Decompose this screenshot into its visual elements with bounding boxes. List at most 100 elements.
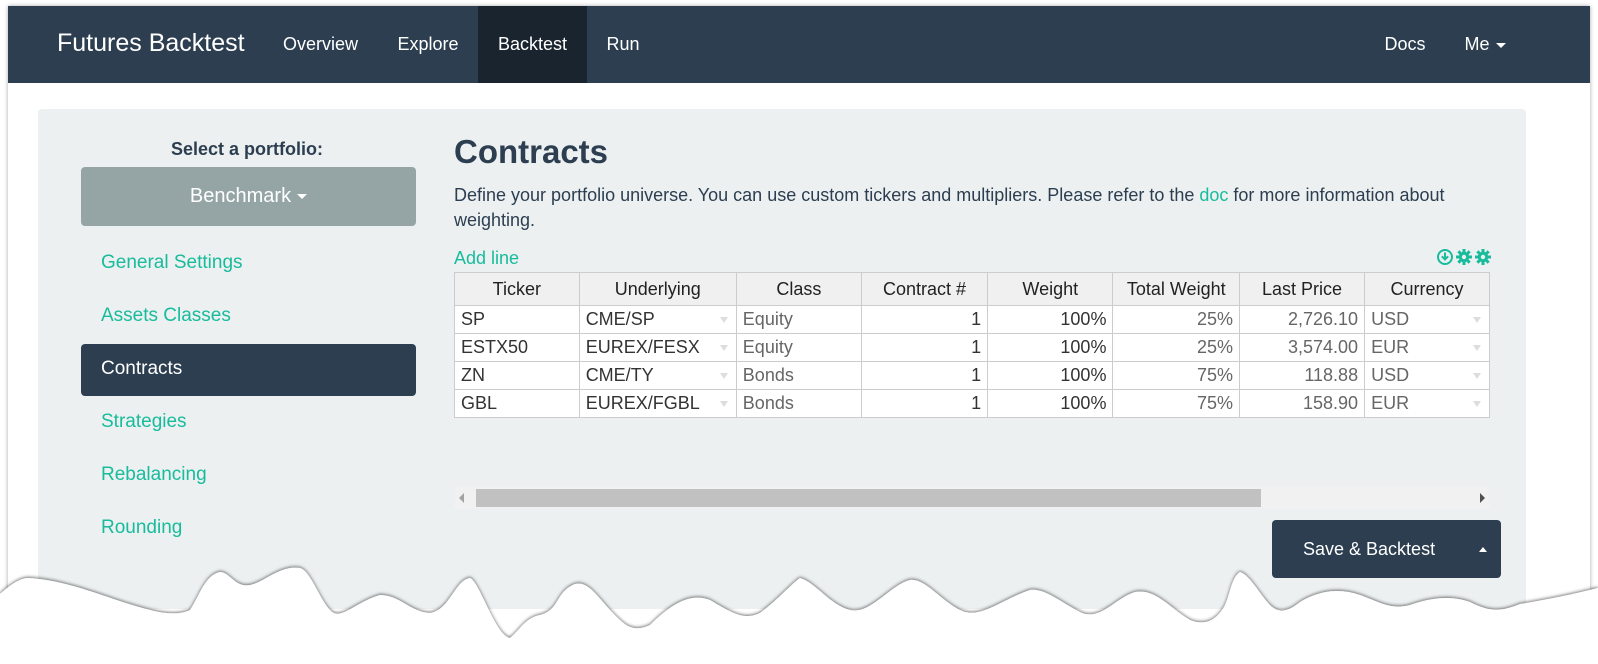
column-header-underlying[interactable]: Underlying [578,272,737,306]
cell-total-weight[interactable]: 25% [1112,305,1241,334]
cell-class[interactable]: Bonds [735,361,863,390]
cell-ticker-value: ZN [461,365,485,385]
cell-class-value: Equity [742,309,793,329]
cell-currency[interactable]: USD [1364,305,1490,334]
cell-ticker-value: GBL [461,393,498,413]
nav-me-label: Me [1464,34,1490,54]
dropdown-arrow-icon[interactable] [719,345,728,351]
cell-weight[interactable]: 100% [987,389,1114,418]
dropdown-arrow-icon[interactable] [719,317,728,323]
dropdown-arrow-icon[interactable] [1473,373,1481,379]
dropdown-arrow-icon[interactable] [1473,345,1481,351]
table-row[interactable]: ESTX50 EUREX/FESX Equity 1 100% 25% 3,574.00 EU… [454,333,1490,362]
cell-total-weight-value: 75% [1196,365,1234,385]
cell-currency-value: EUR [1371,393,1410,413]
cell-weight-value: 100% [1060,309,1107,329]
cell-underlying[interactable]: EUREX/FGBL [578,389,737,418]
cell-contracts-value: 1 [971,365,982,385]
sidebar-item-rebalancing[interactable]: Rebalancing [81,450,416,502]
gear-icon[interactable] [1474,247,1492,267]
cell-underlying-value: CME/SP [585,309,655,329]
portfolio-dropdown[interactable]: Benchmark [81,167,416,226]
column-header-ticker[interactable]: Ticker [454,272,580,306]
sidebar-item-general-settings[interactable]: General Settings [81,238,416,290]
cell-last-price-value: 3,574.00 [1288,337,1359,357]
column-header-weight[interactable]: Weight [987,272,1114,306]
column-header-currency[interactable]: Currency [1364,272,1490,306]
torn-edge-decoration [0,567,1598,664]
caret-down-icon [1495,42,1506,48]
cell-ticker[interactable]: SP [454,305,580,334]
table-row[interactable]: SP CME/SP Equity 1 100% 25% 2,726.10 USD [454,305,1490,334]
cell-currency[interactable]: EUR [1364,389,1490,418]
cell-contracts[interactable]: 1 [860,361,989,390]
cell-last-price[interactable]: 158.90 [1239,389,1366,418]
cell-class[interactable]: Equity [735,333,863,362]
nav-overview[interactable]: Overview [267,6,374,83]
dropdown-arrow-icon[interactable] [719,401,728,407]
table-row[interactable]: GBL EUREX/FGBL Bonds 1 100% 75% 158.90 EUR [454,389,1490,418]
caret-down-icon [297,194,308,200]
gear-icon[interactable] [1455,247,1473,267]
cell-contracts[interactable]: 1 [860,305,989,334]
cell-weight[interactable]: 100% [987,333,1114,362]
cell-total-weight[interactable]: 75% [1112,389,1241,418]
column-header-last-price[interactable]: Last Price [1239,272,1366,306]
scrollbar-thumb[interactable] [476,489,1261,507]
sidebar-item-strategies[interactable]: Strategies [81,397,416,449]
cell-total-weight[interactable]: 75% [1112,361,1241,390]
dropdown-arrow-icon[interactable] [1473,401,1481,407]
cell-last-price[interactable]: 2,726.10 [1239,305,1366,334]
cell-last-price[interactable]: 3,574.00 [1239,333,1366,362]
cell-ticker[interactable]: ZN [454,361,580,390]
column-header-total-weight[interactable]: Total Weight [1112,272,1241,306]
cell-last-price[interactable]: 118.88 [1239,361,1366,390]
nav-run[interactable]: Run [593,6,653,83]
column-header-class[interactable]: Class [735,272,863,306]
cell-currency[interactable]: EUR [1364,333,1490,362]
nav-backtest[interactable]: Backtest [478,6,587,83]
dropdown-arrow-icon[interactable] [1473,317,1481,323]
cell-ticker[interactable]: ESTX50 [454,333,580,362]
add-line-link[interactable]: Add line [454,248,519,269]
scroll-left-icon[interactable] [459,493,464,503]
download-icon[interactable] [1436,247,1454,267]
cell-underlying[interactable]: EUREX/FESX [578,333,737,362]
cell-contracts-value: 1 [971,337,982,357]
cell-weight-value: 100% [1060,365,1107,385]
page-description: Define your portfolio universe. You can … [454,183,1484,233]
table-header-row: Ticker Underlying Class Contract # Weigh… [454,272,1490,306]
top-navbar: Futures Backtest Overview Explore Backte… [8,6,1590,83]
sidebar-item-assets-classes[interactable]: Assets Classes [81,291,416,343]
cell-contracts[interactable]: 1 [860,389,989,418]
cell-ticker[interactable]: GBL [454,389,580,418]
cell-currency[interactable]: USD [1364,361,1490,390]
cell-class[interactable]: Bonds [735,389,863,418]
cell-last-price-value: 158.90 [1303,393,1359,413]
cell-contracts[interactable]: 1 [860,333,989,362]
table-body: SP CME/SP Equity 1 100% 25% 2,726.10 USD ESTX50 E… [454,305,1490,418]
cell-class[interactable]: Equity [735,305,863,334]
cell-weight[interactable]: 100% [987,361,1114,390]
scroll-right-icon[interactable] [1480,493,1485,503]
cell-weight[interactable]: 100% [987,305,1114,334]
cell-underlying[interactable]: CME/TY [578,361,737,390]
nav-me-dropdown[interactable]: Me [1450,6,1520,83]
cell-underlying[interactable]: CME/SP [578,305,737,334]
brand-title[interactable]: Futures Backtest [57,6,245,83]
nav-docs[interactable]: Docs [1370,6,1440,83]
cell-weight-value: 100% [1060,393,1107,413]
cell-underlying-value: EUREX/FESX [585,337,700,357]
cell-class-value: Equity [742,337,793,357]
contracts-table: Ticker Underlying Class Contract # Weigh… [454,272,1490,418]
dropdown-arrow-icon[interactable] [719,373,728,379]
page-title: Contracts [454,133,609,170]
table-row[interactable]: ZN CME/TY Bonds 1 100% 75% 118.88 USD [454,361,1490,390]
column-header-contracts[interactable]: Contract # [860,272,989,306]
doc-link[interactable]: doc [1199,185,1228,205]
cell-total-weight[interactable]: 25% [1112,333,1241,362]
horizontal-scrollbar[interactable] [454,487,1490,509]
sidebar-item-contracts[interactable]: Contracts [81,344,416,396]
nav-explore[interactable]: Explore [383,6,473,83]
cell-last-price-value: 118.88 [1304,365,1359,385]
